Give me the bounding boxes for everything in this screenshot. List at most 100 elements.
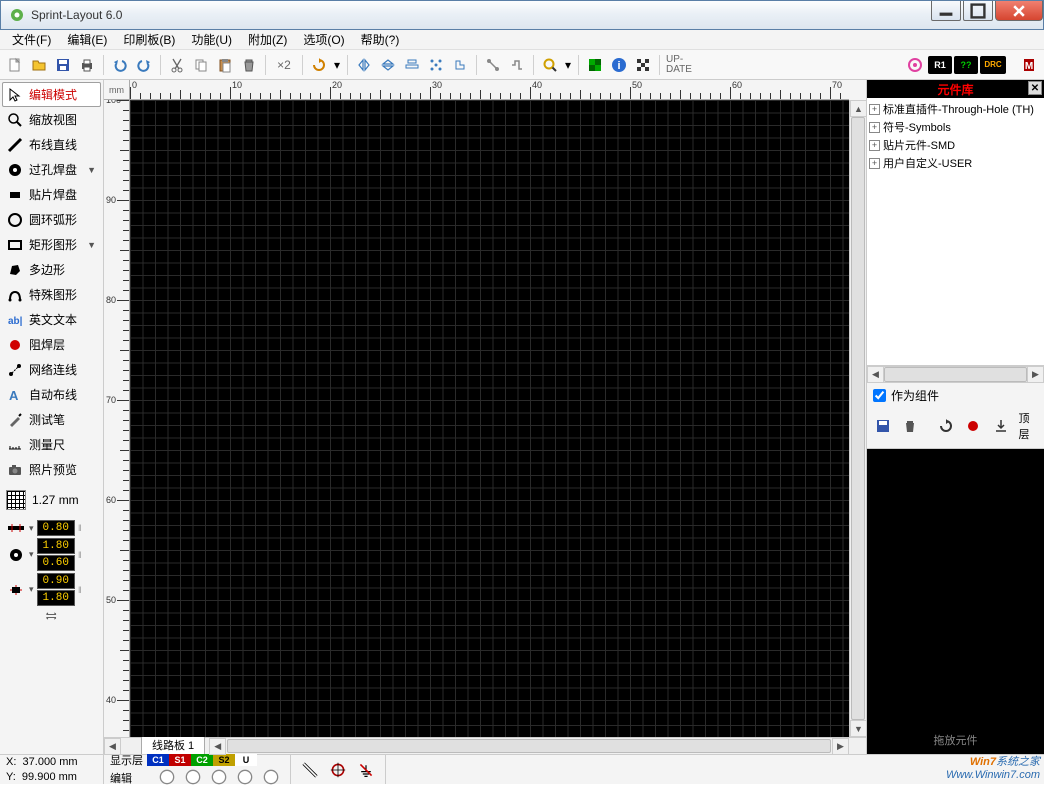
- tool-text[interactable]: ab|英文文本: [2, 307, 101, 332]
- tool-pad[interactable]: 过孔焊盘▼: [2, 157, 101, 182]
- snap-button[interactable]: [425, 54, 447, 76]
- tree-item[interactable]: +标准直插件-Through-Hole (TH): [869, 100, 1042, 118]
- expand-icon[interactable]: +: [869, 140, 880, 151]
- menu-edit[interactable]: 编辑(E): [59, 29, 115, 50]
- layer-swatch-S1[interactable]: S1: [169, 754, 191, 766]
- tree-item[interactable]: +贴片元件-SMD: [869, 136, 1042, 154]
- minimize-button[interactable]: [931, 1, 961, 21]
- tool-photo[interactable]: 照片预览: [2, 457, 101, 482]
- connections-button[interactable]: [482, 54, 504, 76]
- as-component-input[interactable]: [873, 389, 886, 402]
- zoom-toolbar-button[interactable]: [539, 54, 561, 76]
- tool-special[interactable]: 特殊图形: [2, 282, 101, 307]
- tool-zoom[interactable]: 缩放视图: [2, 107, 101, 132]
- menu-board[interactable]: 印刷板(B): [115, 29, 183, 50]
- maximize-button[interactable]: [963, 1, 993, 21]
- autoroute-toolbar-button[interactable]: [506, 54, 528, 76]
- as-component-checkbox[interactable]: 作为组件: [867, 383, 1044, 408]
- mirror-h-button[interactable]: [353, 54, 375, 76]
- ground-off-button[interactable]: [355, 759, 377, 781]
- layer-swatch-S2[interactable]: S2: [213, 754, 235, 766]
- menu-function[interactable]: 功能(U): [183, 29, 240, 50]
- layer-swatch-C2[interactable]: C2: [191, 754, 213, 766]
- drc-button[interactable]: DRC: [980, 56, 1006, 74]
- tool-test[interactable]: 测试笔: [2, 407, 101, 432]
- track-width-param[interactable]: ▾ 0.80 ‖: [6, 520, 97, 536]
- tree-item[interactable]: +用户自定义-USER: [869, 154, 1042, 172]
- tool-net[interactable]: 网络连线: [2, 357, 101, 382]
- paste-button[interactable]: [214, 54, 236, 76]
- vertical-scrollbar[interactable]: ▲ ▼: [849, 100, 866, 737]
- layer-swatch-U[interactable]: U: [235, 754, 257, 766]
- menu-addons[interactable]: 附加(Z): [240, 29, 295, 50]
- info-button[interactable]: i: [608, 54, 630, 76]
- tool-circle[interactable]: 圆环弧形: [2, 207, 101, 232]
- macro-button[interactable]: M: [1018, 54, 1040, 76]
- menu-options[interactable]: 选项(O): [295, 29, 352, 50]
- library-close-button[interactable]: ✕: [1028, 81, 1042, 95]
- copy-button[interactable]: [190, 54, 212, 76]
- open-button[interactable]: [28, 54, 50, 76]
- lib-import-button[interactable]: [991, 415, 1011, 437]
- tool-smd[interactable]: 贴片焊盘: [2, 182, 101, 207]
- grid-setting[interactable]: 1.27 mm: [2, 488, 101, 512]
- tool-track[interactable]: 布线直线: [2, 132, 101, 157]
- redo-button[interactable]: [133, 54, 155, 76]
- layer-radio-C2[interactable]: [211, 776, 227, 788]
- horizontal-scrollbar[interactable]: ◀ 线路板 1 ◀ ▶: [104, 737, 866, 754]
- layer-radio-S1[interactable]: [185, 776, 201, 788]
- close-button[interactable]: [995, 1, 1043, 21]
- pcb-canvas[interactable]: [130, 100, 849, 737]
- delete-button[interactable]: [238, 54, 260, 76]
- pad-size-param[interactable]: ▾ 1.80 0.60 ‖: [6, 538, 97, 571]
- expand-icon[interactable]: +: [869, 104, 880, 115]
- layer-label[interactable]: 顶层: [1019, 410, 1039, 442]
- rotate-button[interactable]: [308, 54, 330, 76]
- tool-mask[interactable]: 阻焊层: [2, 332, 101, 357]
- help-button[interactable]: ??: [954, 56, 978, 74]
- bitmap-button[interactable]: [632, 54, 654, 76]
- tool-cursor[interactable]: 编辑模式: [2, 82, 101, 107]
- update-button[interactable]: UP- DATE: [665, 54, 693, 76]
- align-button[interactable]: [401, 54, 423, 76]
- group-button[interactable]: [449, 54, 471, 76]
- layer-swatch-C1[interactable]: C1: [147, 754, 169, 766]
- layer-radio-S2[interactable]: [237, 776, 253, 788]
- component-preview[interactable]: 拖放元件: [867, 449, 1044, 754]
- crosshair-mode-button[interactable]: [327, 759, 349, 781]
- r1-button[interactable]: R1: [928, 56, 952, 74]
- rotate-dropdown[interactable]: ▾: [332, 54, 342, 76]
- smd-size-param[interactable]: ▾ 0.90 1.80 ‖: [6, 573, 97, 606]
- lib-save-button[interactable]: [873, 415, 893, 437]
- expand-icon[interactable]: +: [869, 122, 880, 133]
- tool-poly[interactable]: 多边形: [2, 257, 101, 282]
- undo-button[interactable]: [109, 54, 131, 76]
- tool-measure[interactable]: 测量尺: [2, 432, 101, 457]
- lib-refresh-button[interactable]: [936, 415, 956, 437]
- contrast-mode-button[interactable]: [299, 759, 321, 781]
- lib-record-button[interactable]: [964, 415, 984, 437]
- duplicate-button[interactable]: ×2: [271, 54, 297, 76]
- expand-icon[interactable]: +: [869, 158, 880, 169]
- layer-radio-C1[interactable]: [159, 776, 175, 788]
- board-tab[interactable]: 线路板 1: [141, 735, 205, 754]
- tree-item[interactable]: +符号-Symbols: [869, 118, 1042, 136]
- tool-rect[interactable]: 矩形图形▼: [2, 232, 101, 257]
- transparent-button[interactable]: [584, 54, 606, 76]
- mirror-v-button[interactable]: [377, 54, 399, 76]
- lib-delete-button[interactable]: [901, 415, 921, 437]
- swap-dims-button[interactable]: [2, 608, 101, 627]
- save-button[interactable]: [52, 54, 74, 76]
- cut-button[interactable]: [166, 54, 188, 76]
- new-button[interactable]: [4, 54, 26, 76]
- zoom-dropdown[interactable]: ▾: [563, 54, 573, 76]
- library-tree[interactable]: +标准直插件-Through-Hole (TH)+符号-Symbols+贴片元件…: [867, 98, 1044, 366]
- library-scrollbar[interactable]: ◀ ▶: [867, 366, 1044, 383]
- layer-radio-U[interactable]: [263, 776, 279, 788]
- grid-value: 1.27 mm: [32, 493, 79, 507]
- menu-help[interactable]: 帮助(?): [353, 29, 408, 50]
- print-button[interactable]: [76, 54, 98, 76]
- target-button[interactable]: [904, 54, 926, 76]
- tool-auto[interactable]: A自动布线: [2, 382, 101, 407]
- menu-file[interactable]: 文件(F): [4, 29, 59, 50]
